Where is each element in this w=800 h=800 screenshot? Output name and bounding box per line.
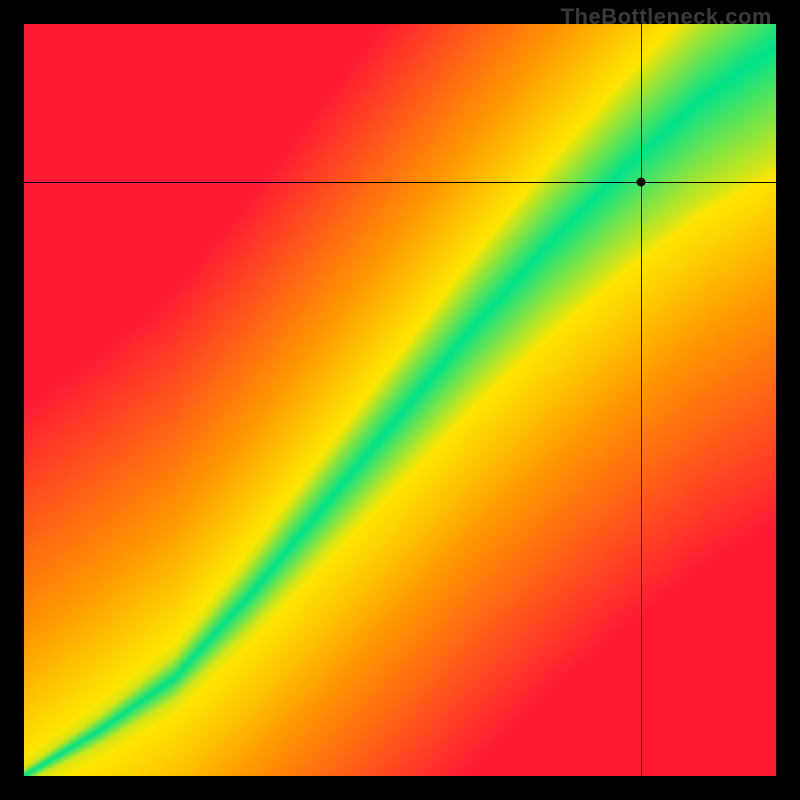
heatmap-plot (24, 24, 776, 776)
watermark-text: TheBottleneck.com (561, 4, 772, 30)
marker-dot (636, 177, 645, 186)
heatmap-canvas (24, 24, 776, 776)
crosshair-vertical (641, 24, 642, 776)
crosshair-horizontal (24, 182, 776, 183)
